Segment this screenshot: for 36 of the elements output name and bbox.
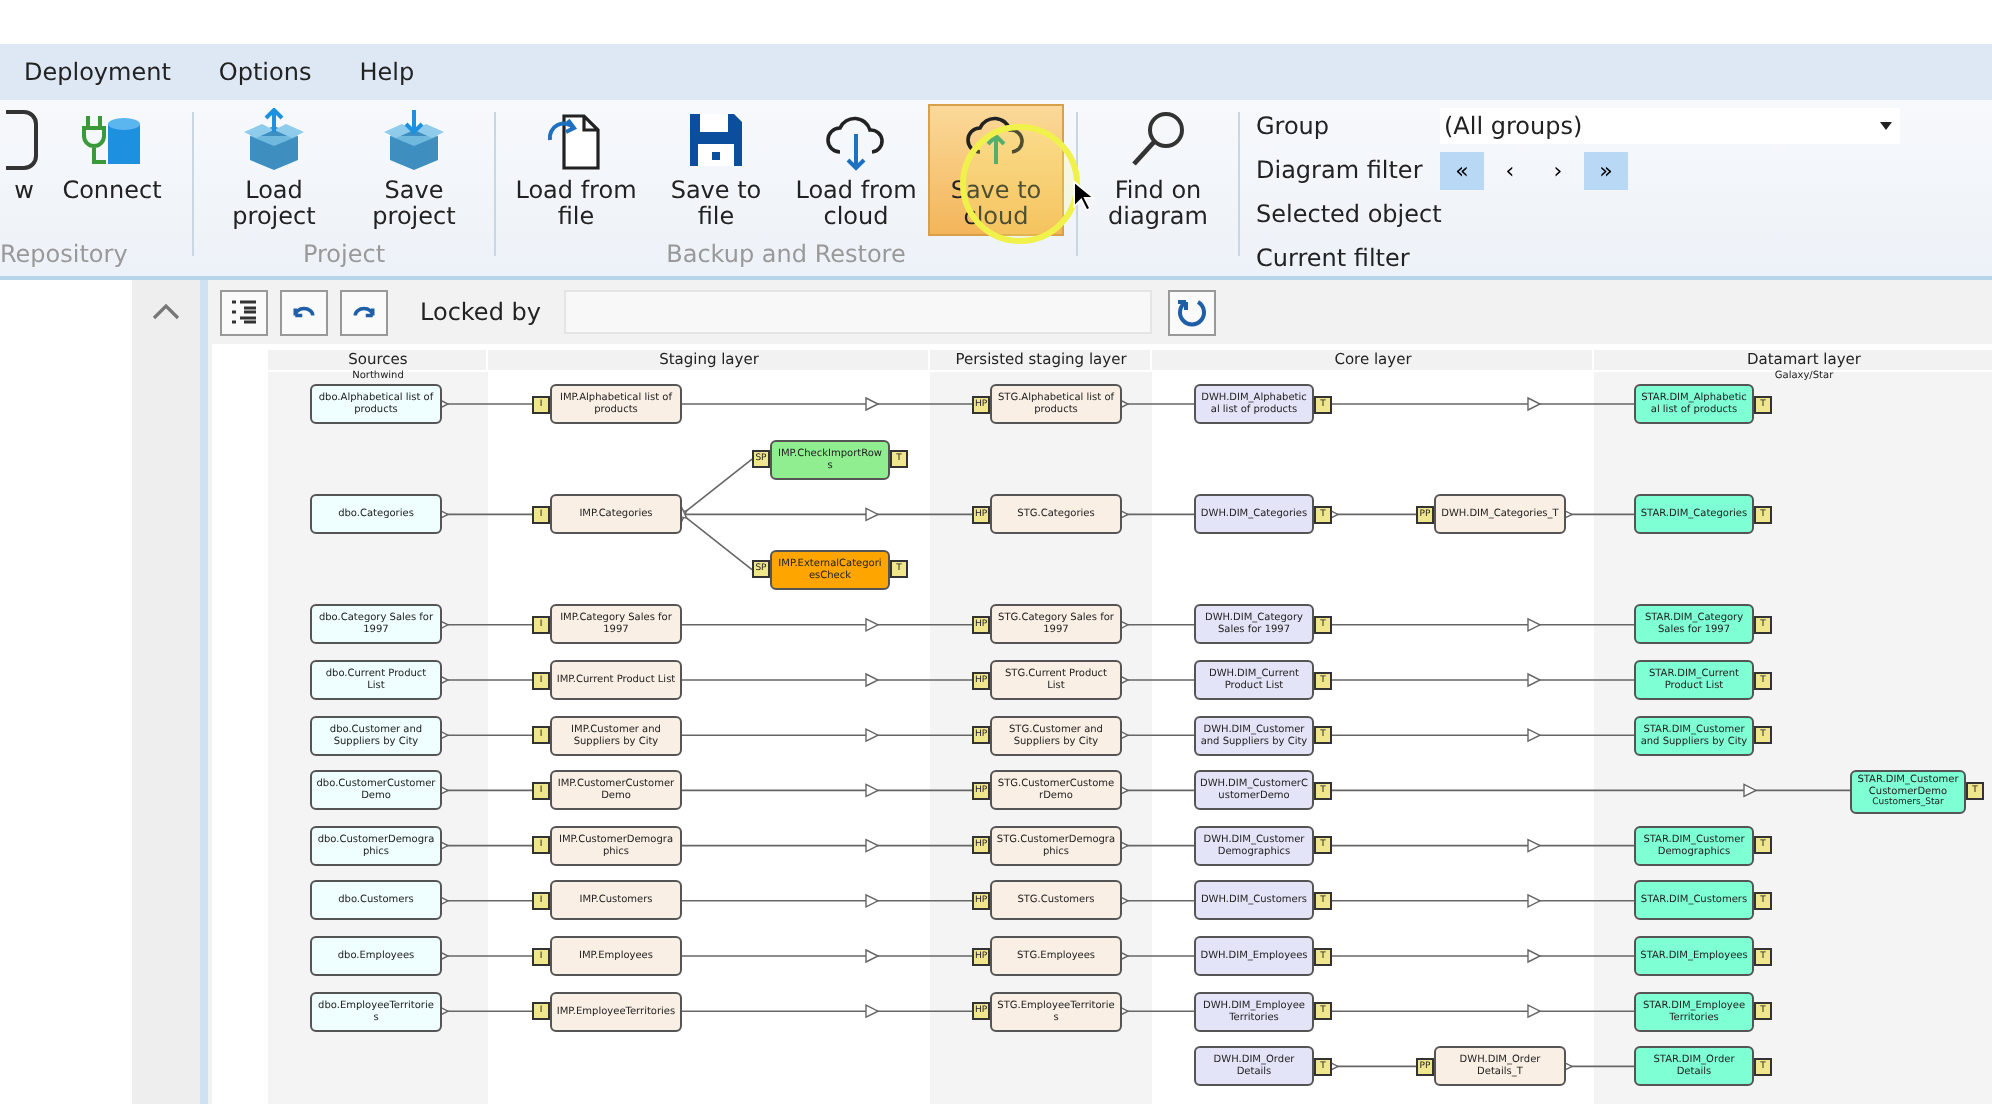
filter-nav-button[interactable]: › bbox=[1536, 151, 1580, 189]
refresh-button[interactable] bbox=[1168, 289, 1217, 335]
ribbon-button[interactable]: Load from cloud bbox=[788, 104, 924, 236]
group-label: Repository bbox=[0, 240, 128, 268]
ribbon-button[interactable]: Load from file bbox=[508, 104, 644, 236]
ribbon-button[interactable]: Connect bbox=[44, 104, 180, 236]
cursor-icon bbox=[1072, 180, 1094, 212]
box-upload-icon bbox=[242, 108, 306, 172]
locked-by-label: Locked by bbox=[420, 298, 541, 326]
ribbon-button[interactable]: Save to file bbox=[648, 104, 784, 236]
current-filter-label: Current filter bbox=[1256, 244, 1412, 272]
filter-nav-button[interactable]: « bbox=[1440, 151, 1484, 189]
filter-label: Diagram filter bbox=[1256, 156, 1425, 184]
group-dropdown[interactable]: (All groups) bbox=[1440, 108, 1900, 144]
filter-nav-button[interactable]: » bbox=[1584, 151, 1628, 189]
filter-nav-button[interactable]: ‹ bbox=[1488, 151, 1532, 189]
menu-item[interactable]: Options bbox=[202, 52, 328, 92]
menu-item[interactable]: Help bbox=[343, 52, 431, 92]
group-label: Project bbox=[302, 240, 386, 268]
undo-button[interactable] bbox=[280, 289, 328, 335]
ribbon-button[interactable]: Load project bbox=[206, 104, 342, 236]
save-icon bbox=[684, 108, 748, 172]
group-label: Backup and Restore bbox=[666, 240, 906, 268]
ribbon-button[interactable]: w bbox=[0, 104, 40, 236]
list-icon bbox=[228, 296, 260, 328]
box-download-icon bbox=[382, 108, 446, 172]
menu-item[interactable]: Deployment bbox=[8, 52, 187, 92]
redo-button[interactable] bbox=[340, 289, 388, 335]
ribbon-button[interactable]: Find on diagram bbox=[1090, 104, 1226, 236]
group-label: Group bbox=[1256, 112, 1332, 140]
ribbon-button[interactable]: Save project bbox=[346, 104, 482, 236]
refresh-icon bbox=[1176, 296, 1209, 328]
chevron-up-icon[interactable] bbox=[152, 304, 180, 320]
list-view-button[interactable] bbox=[220, 289, 268, 335]
selected-object-label: Selected object bbox=[1256, 200, 1440, 228]
dropdown-arrow-icon bbox=[1880, 122, 1892, 130]
